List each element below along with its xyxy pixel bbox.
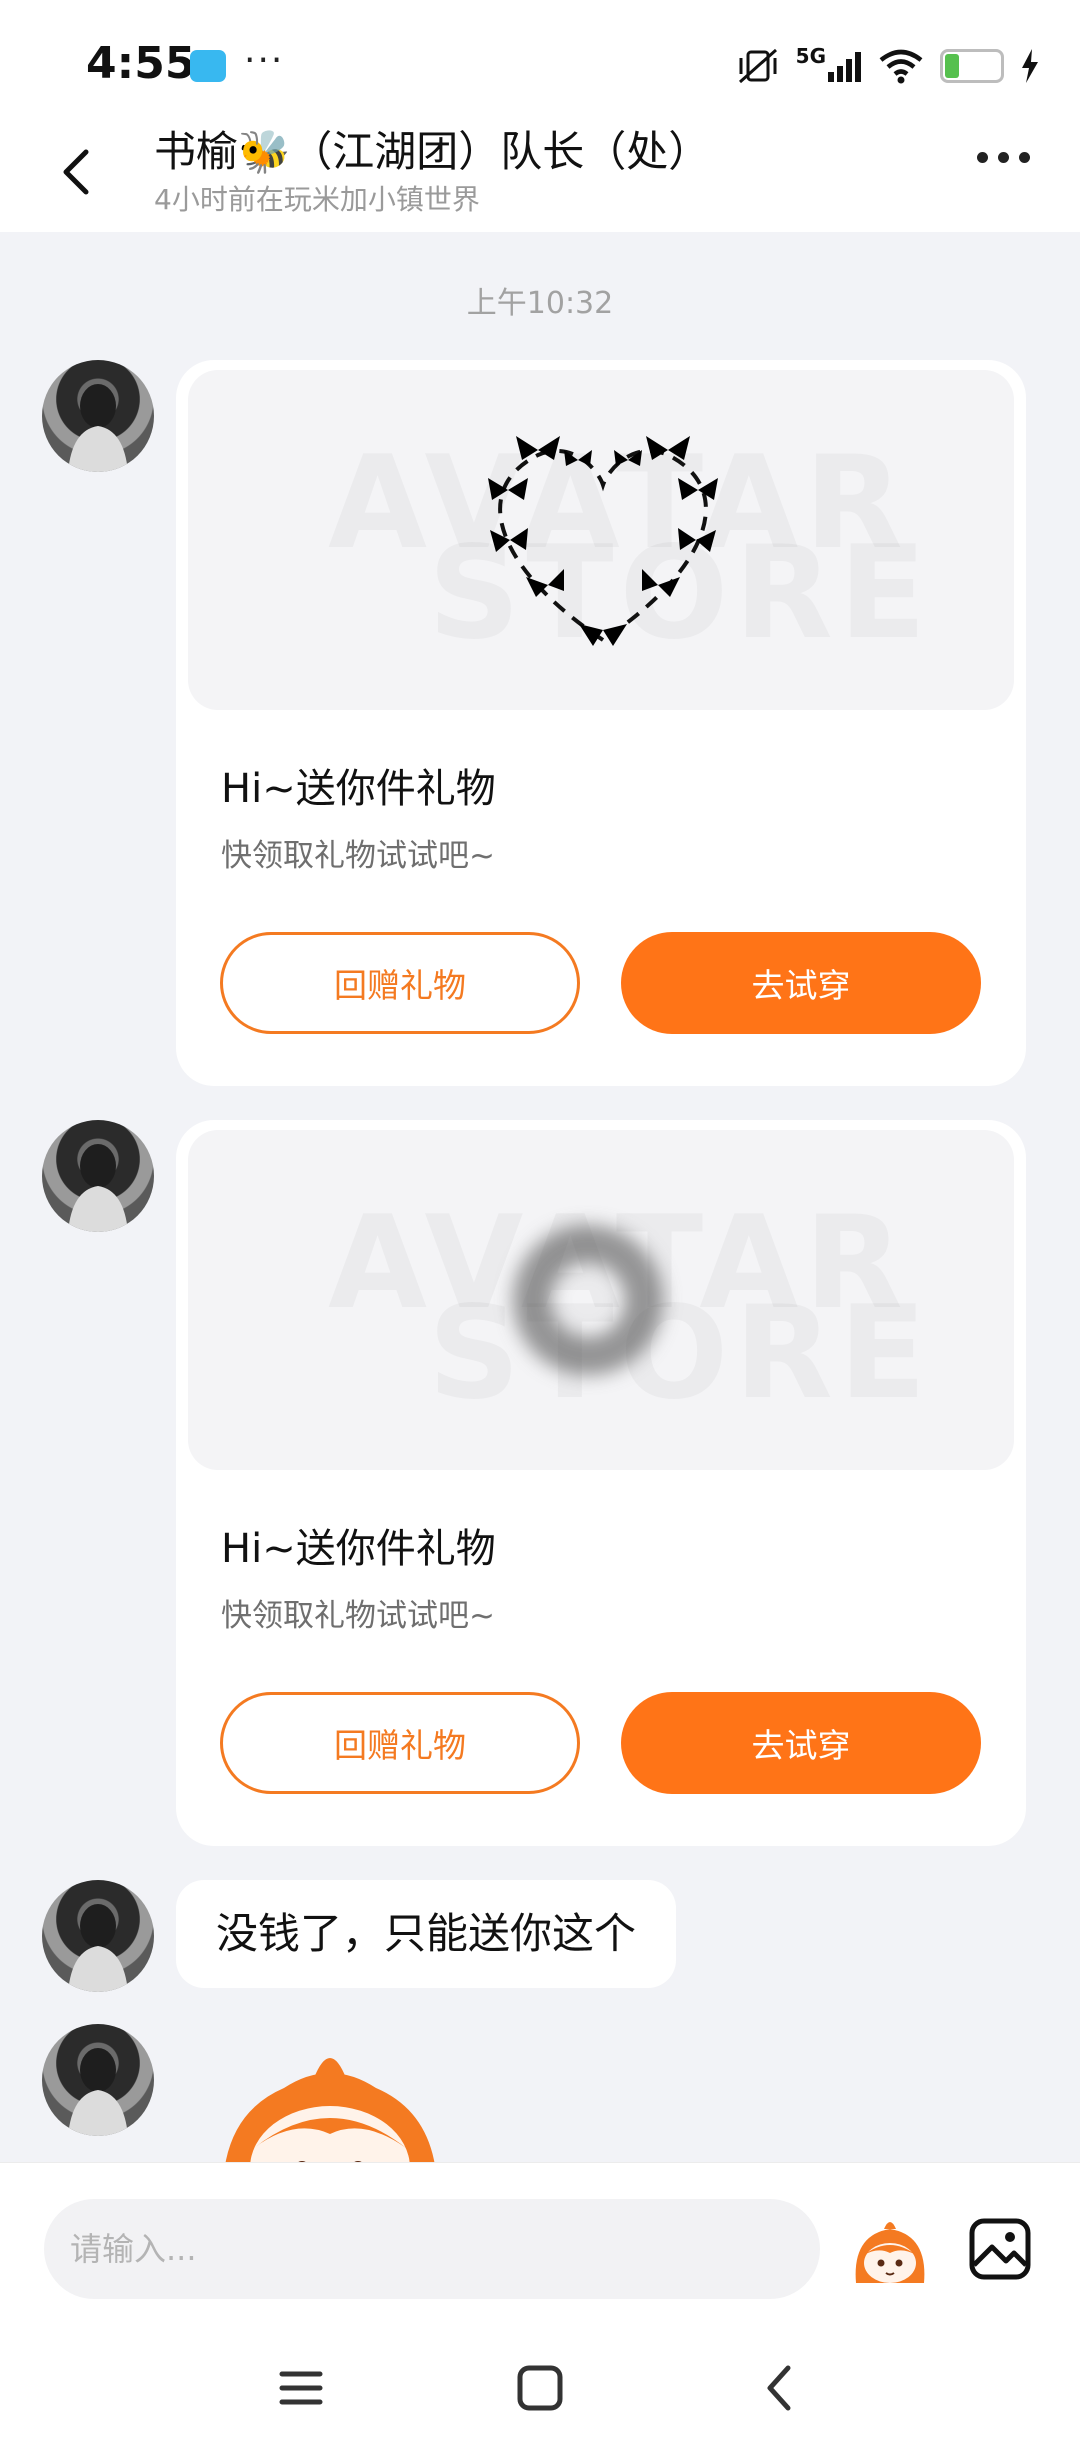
chat-subtitle: 4小时前在玩米加小镇世界: [154, 183, 480, 216]
system-nav-bar: [0, 2312, 1080, 2460]
sender-avatar[interactable]: [42, 2024, 154, 2136]
signal-icon: [828, 52, 861, 82]
recent-apps-icon[interactable]: [266, 2358, 336, 2418]
mute-vibrate-icon: [738, 48, 777, 84]
gift-card[interactable]: STORE AVATAR STORE Hi~送你件礼物 快领取礼物试试吧~ 回赠…: [176, 1120, 1026, 1846]
gift-title: Hi~送你件礼物: [221, 766, 496, 812]
wifi-icon: [879, 49, 923, 84]
home-icon[interactable]: [505, 2358, 575, 2418]
try-on-button[interactable]: 去试穿: [621, 932, 981, 1034]
image-icon[interactable]: [968, 2217, 1032, 2281]
back-arrow-icon[interactable]: [52, 138, 100, 202]
clapper-icon: [190, 50, 226, 82]
more-options-icon[interactable]: [977, 152, 1030, 163]
emoji-sticker-icon[interactable]: [850, 2213, 930, 2283]
nav-back-icon[interactable]: [744, 2358, 814, 2418]
gift-subtitle: 快领取礼物试试吧~: [221, 1598, 495, 1634]
charging-icon: [1022, 49, 1038, 83]
gift-preview[interactable]: STORE AVATAR STORE: [188, 1130, 1014, 1470]
sender-avatar[interactable]: [42, 360, 154, 472]
try-on-button[interactable]: 去试穿: [621, 1692, 981, 1794]
gift-preview[interactable]: AVATAR STORE: [188, 370, 1014, 710]
more-icon: ···: [244, 40, 285, 81]
battery-level: 11: [956, 53, 988, 78]
dark-ring-image: [513, 1225, 663, 1375]
sender-avatar[interactable]: [42, 1880, 154, 1992]
input-bar: 请输入...: [0, 2162, 1080, 2313]
message-input[interactable]: 请输入...: [44, 2199, 820, 2299]
chat-title: 书榆🐝（江湖团）队长（处）: [154, 127, 711, 176]
status-bar: 4:55 ··· 5G 11: [0, 0, 1080, 130]
network-type: 5G: [795, 44, 826, 68]
gift-title: Hi~送你件礼物: [221, 1526, 496, 1572]
gift-subtitle: 快领取礼物试试吧~: [221, 838, 495, 874]
butterfly-heart-image: [488, 436, 718, 646]
chat-header: 书榆🐝（江湖团）队长（处） 4小时前在玩米加小镇世界: [0, 127, 1080, 232]
message-timestamp: 上午10:32: [466, 286, 614, 321]
watermark-line2: STORE: [428, 1290, 932, 1418]
status-time: 4:55: [86, 38, 196, 89]
return-gift-button[interactable]: 回赠礼物: [220, 932, 580, 1034]
sender-avatar[interactable]: [42, 1120, 154, 1232]
gift-card[interactable]: AVATAR STORE Hi~送你件礼物 快领取礼物试试吧~ 回赠礼物 去试穿: [176, 360, 1026, 1086]
return-gift-button[interactable]: 回赠礼物: [220, 1692, 580, 1794]
mascot-sticker[interactable]: [214, 2038, 446, 2168]
battery-icon: 11: [940, 49, 1004, 83]
text-message-bubble[interactable]: 没钱了，只能送你这个: [176, 1880, 677, 1988]
